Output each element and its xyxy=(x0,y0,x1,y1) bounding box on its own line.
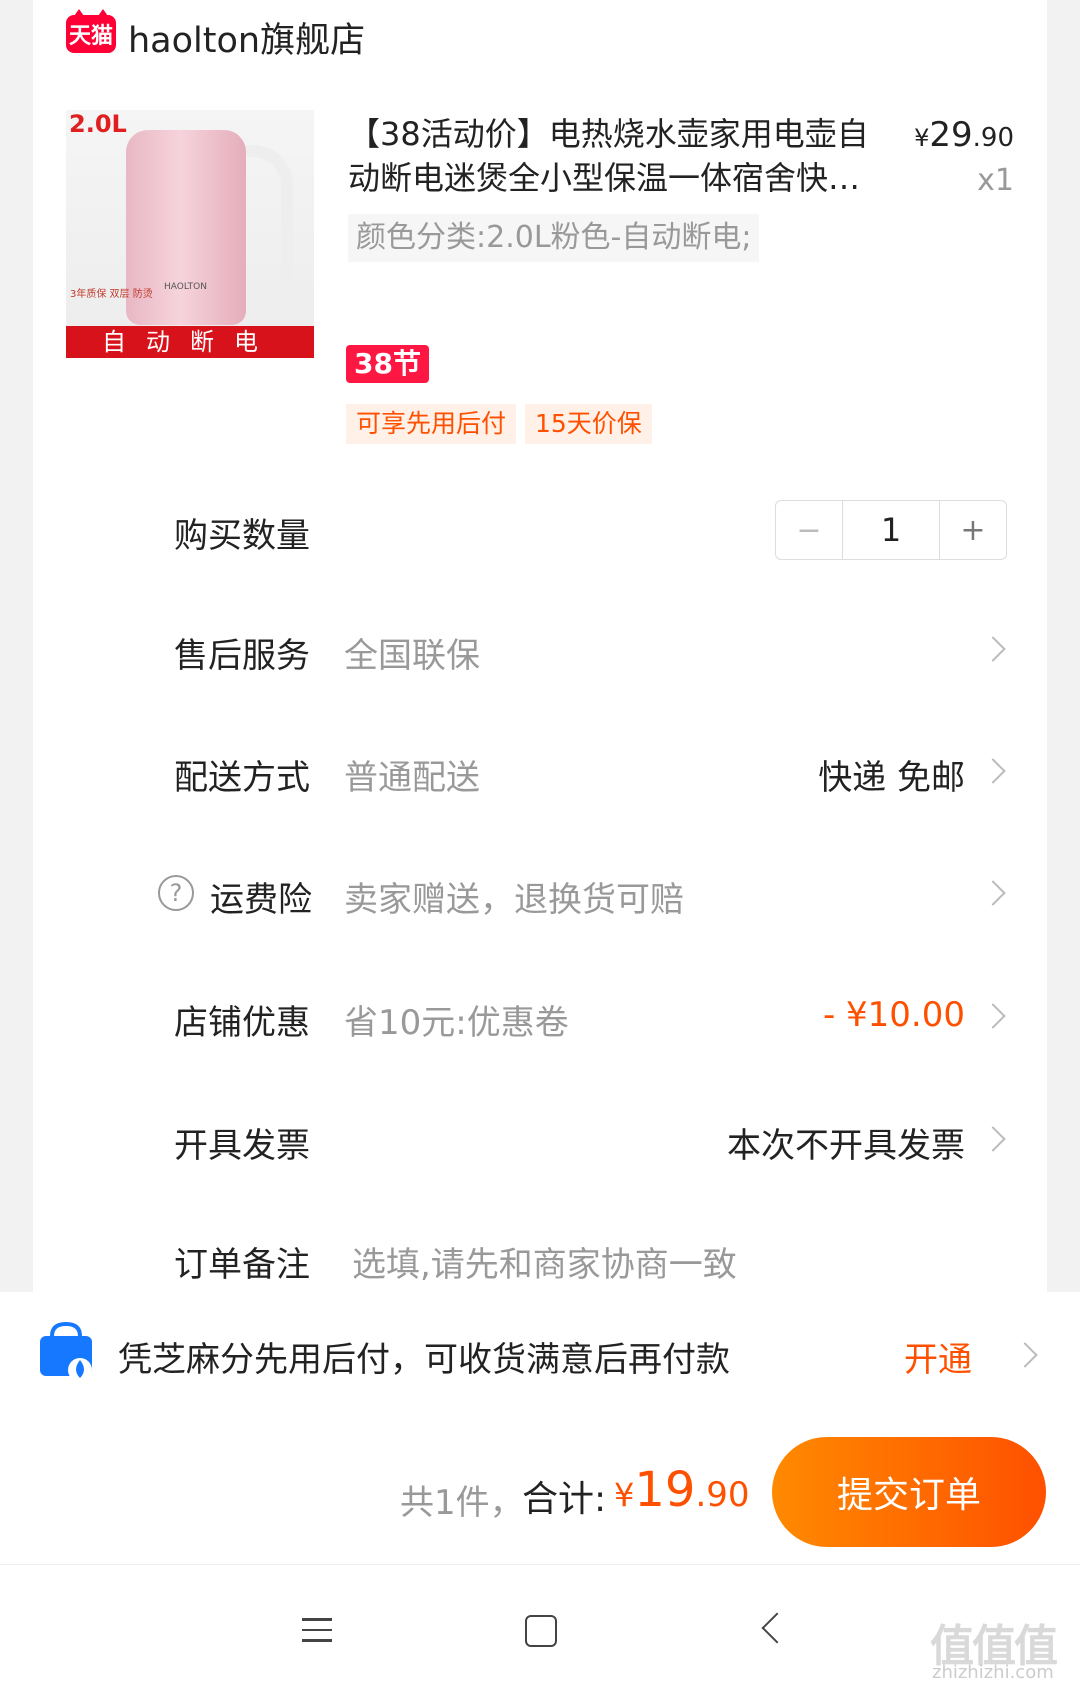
festival-badge: 38节 xyxy=(346,345,429,383)
help-icon[interactable]: ? xyxy=(158,875,194,911)
delivery-fee[interactable]: 快递 免邮 xyxy=(818,750,965,799)
delivery-value[interactable]: 普通配送 xyxy=(344,750,480,799)
shopping-bag-icon xyxy=(40,1321,92,1382)
quantity-label: 购买数量 xyxy=(174,516,310,556)
price-int: 29 xyxy=(929,115,973,155)
image-brand-label: HAOLTON xyxy=(164,282,207,292)
order-note-label: 订单备注 xyxy=(174,1245,310,1285)
invoice-value[interactable]: 本次不开具发票 xyxy=(727,1118,965,1167)
order-note-input[interactable]: 选填,请先和商家协商一致 xyxy=(352,1237,737,1286)
product-title[interactable]: 【38活动价】电热烧水壶家用电壶自动断电迷煲全小型保温一体宿舍快… xyxy=(348,112,883,200)
tag-price-protect: 15天价保 xyxy=(525,404,652,444)
shipping-insurance-label: 运费险 xyxy=(210,880,312,920)
item-count: 共1件， xyxy=(400,1483,524,1523)
shipping-insurance-value[interactable]: 卖家赠送，退换货可赔 xyxy=(344,872,684,921)
quantity-stepper[interactable]: − 1 + xyxy=(775,500,1007,560)
tag-pay-later: 可享先用后付 xyxy=(346,404,517,444)
tmall-logo-icon: 天猫 xyxy=(66,9,116,53)
product-image[interactable]: 2.0L HAOLTON 3年质保 双层 防烫 自动断电 xyxy=(66,110,314,358)
quantity-value[interactable]: 1 xyxy=(842,501,940,559)
store-discount-value[interactable]: 省10元:优惠卷 xyxy=(344,995,569,1044)
invoice-label: 开具发票 xyxy=(174,1126,310,1166)
total-currency: ¥ xyxy=(614,1476,635,1514)
zhima-open-button[interactable]: 开通 xyxy=(904,1332,972,1381)
store-discount-label: 店铺优惠 xyxy=(174,1003,310,1043)
price-dec: .90 xyxy=(972,123,1014,153)
product-quantity: x1 xyxy=(977,163,1014,198)
delivery-label: 配送方式 xyxy=(174,758,310,798)
image-side-text: 3年质保 双层 防烫 xyxy=(70,289,153,300)
after-sales-label: 售后服务 xyxy=(174,636,310,676)
store-discount-amount[interactable]: - ¥10.00 xyxy=(823,995,965,1035)
total-int: 19 xyxy=(634,1462,696,1518)
product-sku[interactable]: 颜色分类:2.0L粉色-自动断电; xyxy=(348,214,760,262)
image-banner: 自动断电 xyxy=(66,326,314,358)
after-sales-value[interactable]: 全国联保 xyxy=(344,628,480,677)
total-amount: ¥19.90 xyxy=(614,1462,750,1518)
product-price: ¥29.90 xyxy=(914,115,1014,155)
watermark-url: zhizhizhi.com xyxy=(932,1662,1054,1683)
store-name[interactable]: haolton旗舰店 xyxy=(128,12,365,63)
menu-icon[interactable] xyxy=(302,1618,332,1650)
submit-order-button[interactable]: 提交订单 xyxy=(772,1437,1046,1547)
increment-button[interactable]: + xyxy=(940,501,1006,559)
total-label: 合计: xyxy=(522,1479,607,1520)
decrement-button[interactable]: − xyxy=(776,501,842,559)
image-capacity-label: 2.0L xyxy=(69,110,127,138)
home-icon[interactable] xyxy=(525,1615,557,1647)
total-dec: .90 xyxy=(695,1475,750,1515)
price-currency: ¥ xyxy=(914,124,930,152)
zhima-credit-text: 凭芝麻分先用后付，可收货满意后再付款 xyxy=(118,1340,730,1380)
